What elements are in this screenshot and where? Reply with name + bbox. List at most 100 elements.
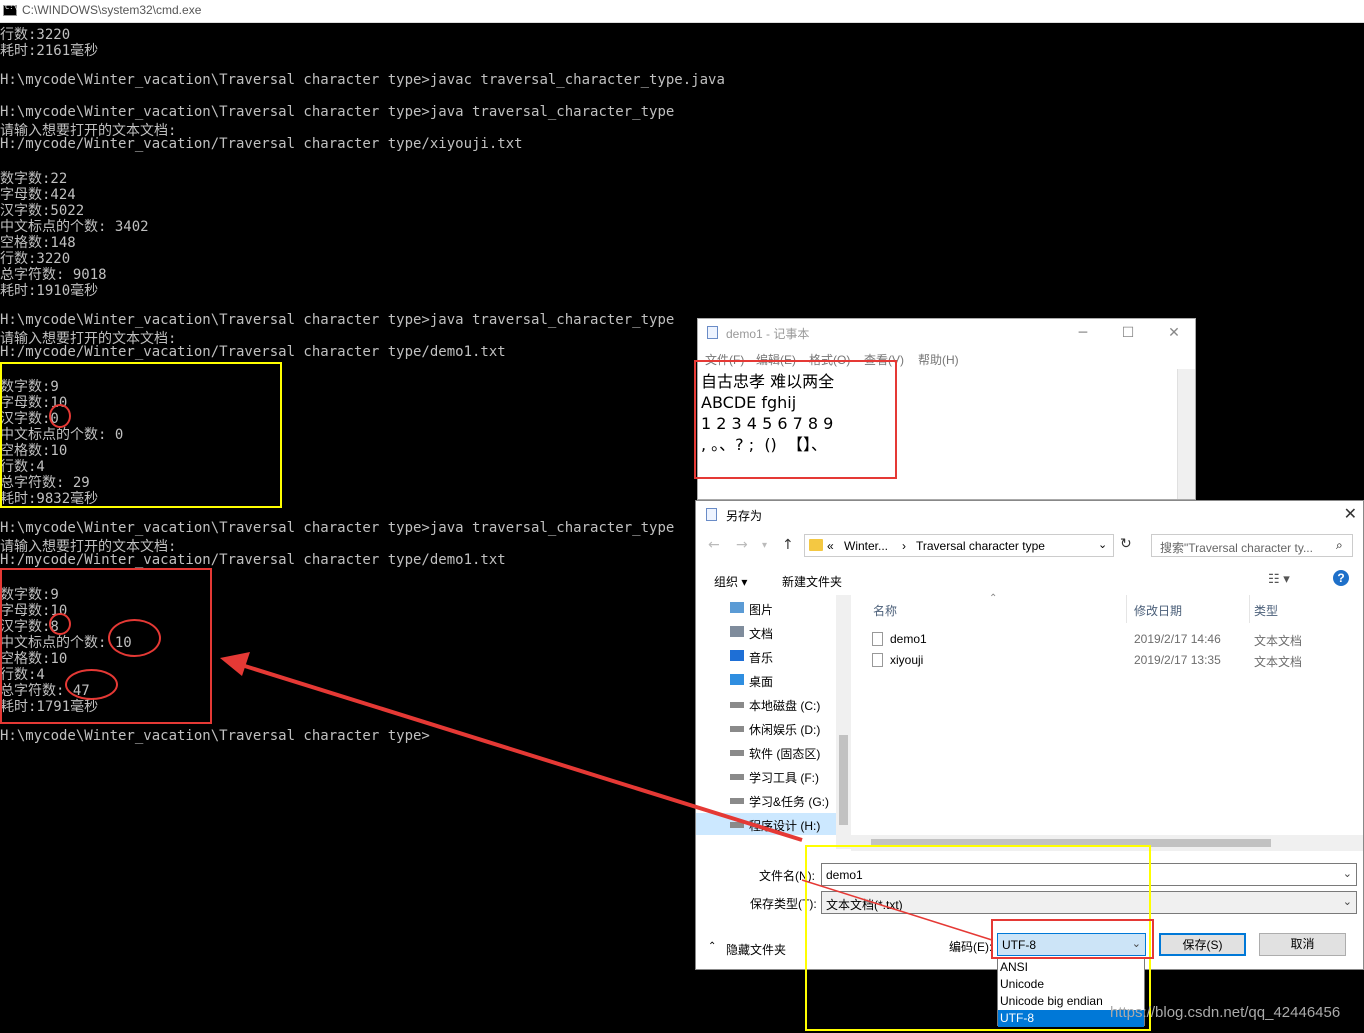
chevron-down-icon[interactable]: ⌄ [1343, 895, 1352, 908]
eight-count-circle [49, 613, 71, 635]
text-file-icon [872, 653, 883, 667]
forward-arrow-icon[interactable]: → [736, 537, 748, 553]
column-header-type[interactable]: 类型 [1254, 602, 1278, 619]
file-type: 文本文档 [1254, 634, 1303, 648]
tree-item[interactable]: 程序设计 (H:) [696, 813, 836, 835]
tree-item[interactable]: 图片 [696, 597, 836, 619]
console-line: 行数:3220 [0, 27, 71, 43]
tree-item-label: 程序设计 (H:) [749, 819, 821, 833]
console-line: 字母数:424 [0, 187, 76, 203]
back-arrow-icon[interactable]: ← [708, 537, 720, 553]
minimize-icon[interactable]: ─ [1068, 323, 1098, 343]
notepad-title-bar[interactable]: demo1 - 记事本 ─ ☐ ✕ [698, 319, 1195, 347]
cmd-title-bar[interactable]: C:\WINDOWS\system32\cmd.exe [0, 0, 1364, 23]
text-file-icon [872, 632, 883, 646]
new-folder-button[interactable]: 新建文件夹 [782, 573, 842, 590]
column-separator[interactable] [1126, 595, 1127, 623]
breadcrumb-winter[interactable]: Winter... [844, 539, 888, 553]
column-header-date[interactable]: 修改日期 [1134, 602, 1182, 619]
chevron-down-icon[interactable]: ⌄ [1098, 538, 1107, 551]
cmd-icon [3, 3, 18, 16]
console-line: H:\mycode\Winter_vacation\Traversal char… [0, 72, 725, 88]
console-line: 汉字数:5022 [0, 203, 85, 219]
notepad-content-highlight [694, 360, 897, 479]
search-icon: ⌕ [1336, 538, 1343, 552]
console-line: H:/mycode/Winter_vacation/Traversal char… [0, 136, 523, 152]
tree-item[interactable]: 桌面 [696, 669, 836, 691]
tree-item-label: 音乐 [749, 651, 774, 665]
up-arrow-icon[interactable]: ↑ [782, 537, 794, 553]
console-line: 请输入想要打开的文本文档: [0, 123, 177, 139]
zero-count-circle [49, 404, 71, 428]
console-line: 请输入想要打开的文本文档: [0, 331, 177, 347]
folder-tree: 图片 文档音乐桌面 本地磁盘 (C:) 休闲娱乐 (D:) 软件 (固态区) 学习工具 (… [696, 595, 851, 849]
tree-item-label: 软件 (固态区) [749, 747, 821, 761]
column-separator[interactable] [1249, 595, 1250, 623]
dialog-title: 另存为 [726, 509, 763, 523]
dialog-toolbar: 组织 ▾ 新建文件夹 ☷ ▾ ? [696, 567, 1363, 593]
notepad-title: demo1 - 记事本 [726, 327, 810, 341]
tree-item[interactable]: 本地磁盘 (C:) [696, 693, 836, 715]
drive-icon [730, 702, 744, 708]
file-row-xiyouji[interactable]: xiyouji 2019/2/17 13:35 文本文档 [851, 650, 1363, 671]
first-run-highlight [0, 362, 282, 508]
close-icon[interactable]: ✕ [1159, 323, 1189, 343]
tree-item[interactable]: 文档 [696, 621, 836, 643]
tree-item[interactable]: 休闲娱乐 (D:) [696, 717, 836, 739]
maximize-icon[interactable]: ☐ [1113, 323, 1143, 343]
cmd-window-title: C:\WINDOWS\system32\cmd.exe [22, 3, 202, 17]
tree-scrollbar[interactable] [836, 595, 851, 849]
cancel-button[interactable]: 取消 [1259, 933, 1346, 956]
tree-item-label: 学习工具 (F:) [749, 771, 819, 785]
tree-item[interactable]: 学习&任务 (G:) [696, 789, 836, 811]
search-box[interactable]: 搜索"Traversal character ty... ⌕ [1151, 534, 1353, 557]
tree-item[interactable]: 音乐 [696, 645, 836, 667]
console-line: H:\mycode\Winter_vacation\Traversal char… [0, 520, 675, 536]
drive-icon [730, 798, 744, 804]
tree-item[interactable]: 学习工具 (F:) [696, 765, 836, 787]
breadcrumb-overflow[interactable]: « [827, 539, 834, 553]
console-line: 空格数:148 [0, 235, 76, 251]
console-line: 中文标点的个数: 3402 [0, 219, 149, 235]
console-line: H:\mycode\Winter_vacation\Traversal char… [0, 728, 430, 744]
file-row-demo1[interactable]: demo1 2019/2/17 14:46 文本文档 [851, 629, 1363, 650]
encoding-highlight [991, 919, 1154, 959]
refresh-icon[interactable]: ↻ [1120, 536, 1132, 552]
close-icon[interactable]: ✕ [1344, 504, 1357, 523]
second-run-highlight [0, 568, 212, 724]
menu-help[interactable]: 帮助(H) [918, 351, 959, 368]
console-line: H:/mycode/Winter_vacation/Traversal char… [0, 344, 506, 360]
chevron-up-icon[interactable]: ⌃ [708, 941, 716, 952]
help-icon[interactable]: ? [1333, 570, 1349, 586]
console-line: H:/mycode/Winter_vacation/Traversal char… [0, 552, 506, 568]
music-icon [730, 650, 744, 661]
hide-folders-button[interactable]: 隐藏文件夹 [726, 941, 786, 958]
console-line: H:\mycode\Winter_vacation\Traversal char… [0, 312, 675, 328]
notepad-scrollbar[interactable] [1177, 369, 1195, 499]
file-name: xiyouji [890, 653, 924, 667]
file-name: demo1 [890, 632, 927, 646]
organize-button[interactable]: 组织 ▾ [714, 573, 747, 590]
sort-up-icon: ⌃ [989, 593, 998, 604]
file-list: 名称 ⌃ 修改日期 类型 demo1 2019/2/17 14:46 文本文档 … [851, 593, 1363, 849]
dialog-title-bar[interactable]: 另存为 ✕ [696, 501, 1363, 529]
tree-scroll-thumb[interactable] [839, 735, 848, 825]
chevron-down-icon[interactable]: ⌄ [1343, 867, 1352, 880]
recent-dropdown-icon[interactable]: ▾ [762, 540, 767, 551]
drive-icon [730, 774, 744, 780]
console-line: 请输入想要打开的文本文档: [0, 539, 177, 555]
address-bar[interactable]: « Winter... › Traversal character type ⌄ [804, 534, 1114, 557]
save-button[interactable]: 保存(S) [1159, 933, 1246, 956]
desktop-icon [730, 674, 744, 685]
tree-item[interactable]: 软件 (固态区) [696, 741, 836, 763]
column-header-name[interactable]: 名称 [873, 602, 897, 619]
drive-icon [730, 822, 744, 828]
view-options-icon[interactable]: ☷ ▾ [1268, 571, 1290, 587]
breadcrumb-current[interactable]: Traversal character type [916, 539, 1045, 553]
pictures-icon [730, 602, 744, 613]
ten-punct-circle [108, 619, 161, 657]
search-placeholder: 搜索"Traversal character ty... [1160, 541, 1313, 555]
watermark: https://blog.csdn.net/qq_42446456 [1110, 1004, 1341, 1021]
console-line: 总字符数: 9018 [0, 267, 107, 283]
forty-seven-circle [65, 669, 118, 700]
